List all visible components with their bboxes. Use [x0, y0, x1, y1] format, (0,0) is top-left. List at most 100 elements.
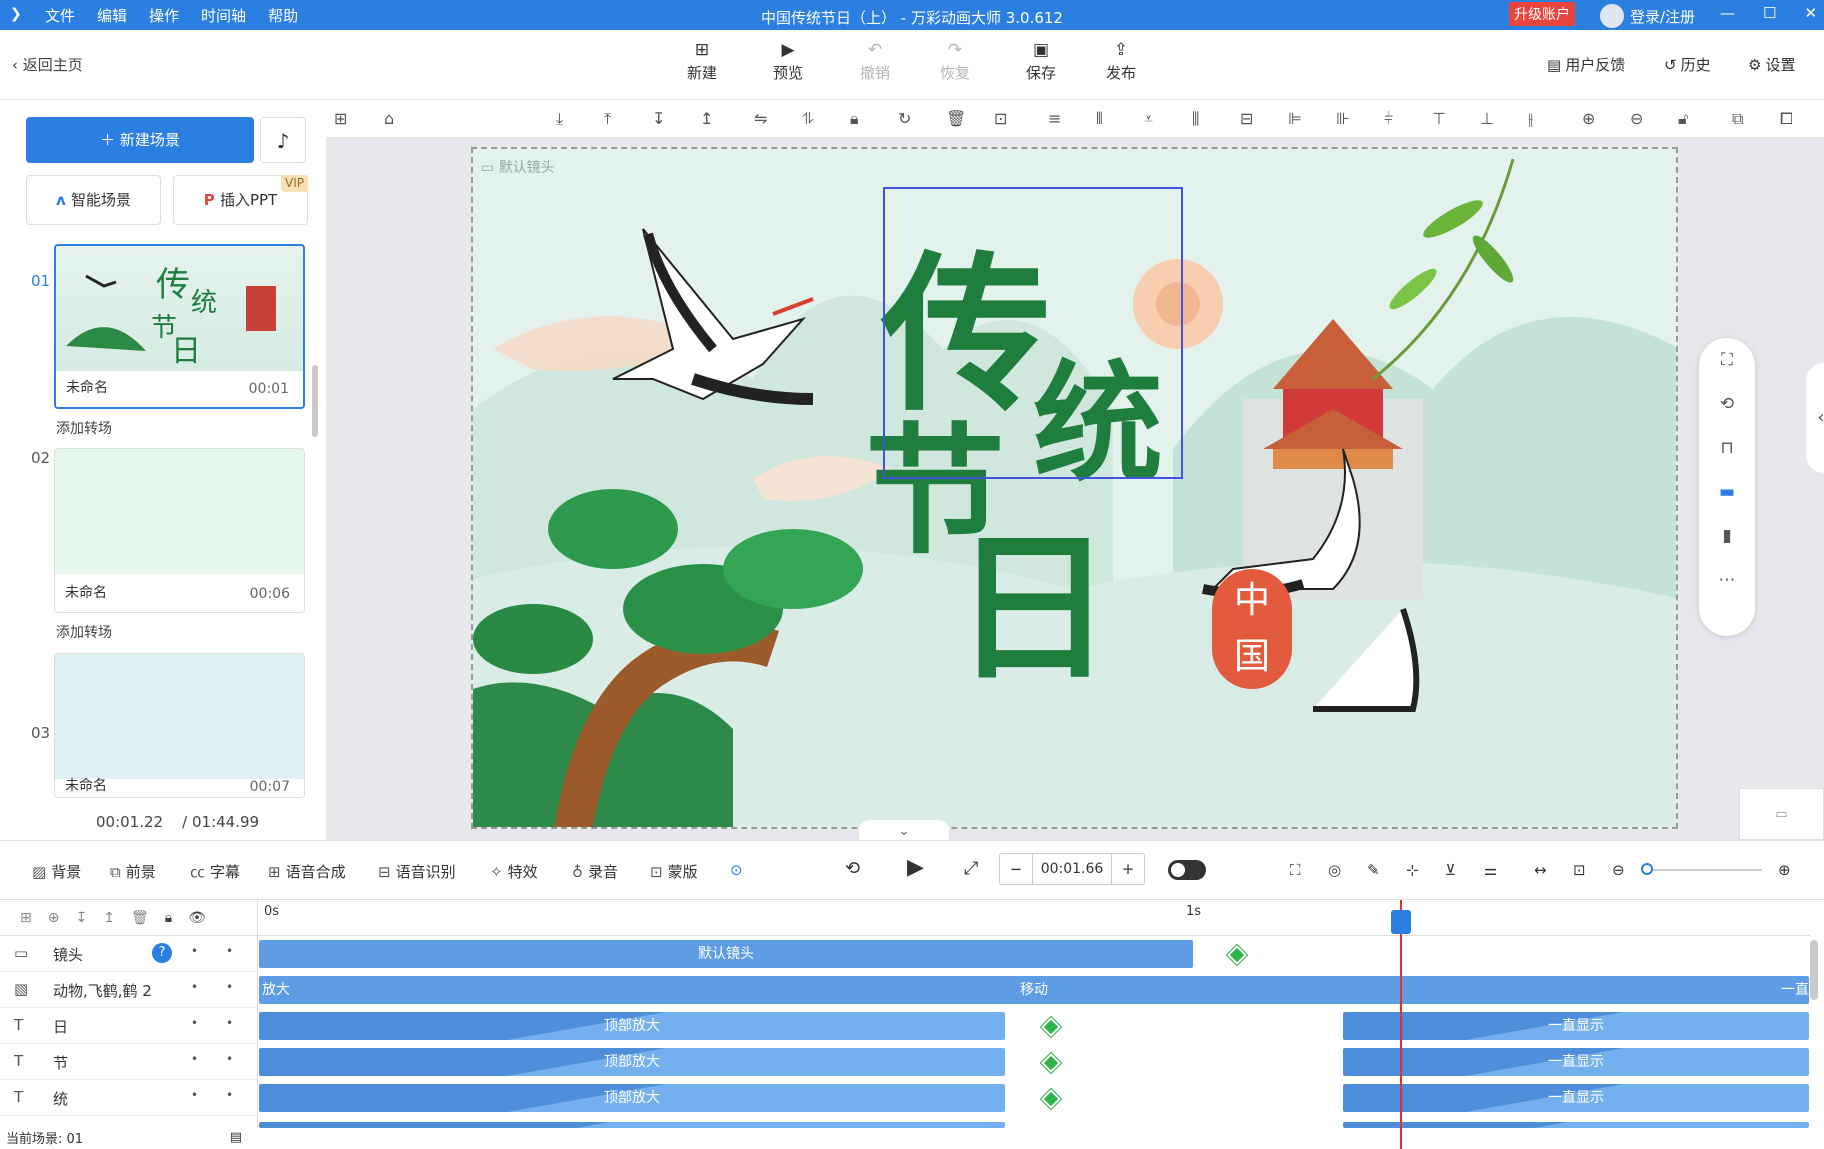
- track-dot[interactable]: •: [226, 1052, 233, 1066]
- close-icon[interactable]: ✕: [1804, 4, 1817, 22]
- login-button[interactable]: 登录/注册: [1600, 4, 1695, 28]
- time-stepper[interactable]: − 00:01.66 +: [999, 853, 1145, 885]
- tong-enter-clip[interactable]: 顶部放大: [259, 1084, 1005, 1112]
- flip-horizontal-icon[interactable]: ⇋: [754, 109, 767, 128]
- more-tools-button[interactable]: ⊙: [730, 861, 743, 879]
- subtitle-button[interactable]: ㏄字幕: [190, 861, 240, 882]
- history-button[interactable]: ↺ 历史: [1664, 54, 1711, 75]
- help-icon[interactable]: ?: [152, 943, 172, 963]
- feedback-button[interactable]: ▤ 用户反馈: [1547, 54, 1625, 75]
- time-value[interactable]: 00:01.66: [1032, 854, 1112, 884]
- move-top-icon[interactable]: ⤒: [604, 109, 611, 129]
- move-down-icon[interactable]: ↧: [652, 109, 665, 128]
- format-painter-icon[interactable]: ⊞: [334, 109, 347, 128]
- align-base-icon[interactable]: ⊥: [1480, 109, 1494, 128]
- track-dot[interactable]: •: [191, 1088, 198, 1102]
- fit-width-icon[interactable]: ↔: [1534, 861, 1547, 879]
- smart-scene-button[interactable]: ʌ 智能场景: [26, 175, 161, 225]
- add-folder-icon[interactable]: ⊞: [20, 910, 32, 926]
- track-dot[interactable]: •: [226, 1016, 233, 1030]
- scene-list-icon[interactable]: ▤: [230, 1130, 242, 1145]
- save-button[interactable]: ▣ 保存: [1016, 40, 1066, 83]
- portrait-icon[interactable]: ▮: [1699, 514, 1755, 558]
- scene-thumbnail-3[interactable]: 未命名 00:07: [54, 653, 305, 798]
- add-transition-1[interactable]: 添加转场: [56, 418, 112, 438]
- zoom-in-timeline-icon[interactable]: ⊕: [1778, 861, 1791, 879]
- move-up-icon[interactable]: ↥: [700, 109, 713, 128]
- undo-button[interactable]: ↶ 撤销: [850, 40, 900, 83]
- stage-canvas[interactable]: ▭ 默认镜头 传 统 节 日 中 国: [471, 147, 1678, 829]
- insert-ppt-button[interactable]: P 插入PPT VIP: [173, 175, 308, 225]
- timeline-zoom-knob[interactable]: [1641, 863, 1653, 875]
- track-animal-crane[interactable]: ▧ 动物,飞鹤,鹤 2 • •: [0, 972, 258, 1008]
- music-button[interactable]: ♪: [260, 117, 306, 163]
- rotate-icon[interactable]: ↻: [898, 109, 911, 128]
- flip-vertical-icon[interactable]: ⥮: [802, 109, 814, 129]
- track-dot[interactable]: •: [226, 1088, 233, 1102]
- add-transition-2[interactable]: 添加转场: [56, 622, 112, 642]
- home-icon[interactable]: ⌂: [384, 109, 394, 128]
- align-right-icon[interactable]: ⊪: [1336, 109, 1350, 128]
- focus-icon[interactable]: ⛶: [1290, 861, 1301, 879]
- publish-button[interactable]: ⇪ 发布: [1096, 40, 1146, 83]
- move-bottom-icon[interactable]: ⤓: [556, 109, 563, 129]
- distribute-v-icon[interactable]: ⫴: [1096, 109, 1103, 129]
- distribute-h-icon[interactable]: ⫼: [1192, 109, 1199, 129]
- lock-canvas-icon[interactable]: ⊓: [1699, 426, 1755, 470]
- crane-clip[interactable]: 放大 移动 一直: [259, 976, 1809, 1004]
- track-dot[interactable]: •: [191, 980, 198, 994]
- scene-thumbnail-1[interactable]: 传 统 节 日 未命名 00:01: [54, 244, 305, 409]
- track-dot[interactable]: •: [191, 944, 198, 958]
- scene-thumbnail-2[interactable]: 未命名 00:06: [54, 448, 305, 613]
- upgrade-button[interactable]: 升级账户: [1509, 2, 1575, 26]
- filter-icon[interactable]: ⊻: [1445, 861, 1456, 879]
- track-ri[interactable]: T 日 • •: [0, 1008, 258, 1044]
- effects-button[interactable]: ✧ 特效: [490, 861, 538, 882]
- move-down-layer-icon[interactable]: ↧: [75, 910, 87, 926]
- next-track-clip[interactable]: [1343, 1122, 1809, 1128]
- playhead-handle[interactable]: [1391, 910, 1411, 934]
- ri-enter-clip[interactable]: 顶部放大: [259, 1012, 1005, 1040]
- scene-scrollbar[interactable]: [312, 365, 318, 437]
- track-dot[interactable]: •: [226, 944, 233, 958]
- add-layer-icon[interactable]: ⊕: [48, 910, 60, 926]
- record-button[interactable]: ♁ 录音: [572, 861, 618, 882]
- keyframe-diamond[interactable]: [1041, 1017, 1061, 1037]
- tong-stay-clip[interactable]: 一直显示: [1343, 1084, 1809, 1112]
- track-jie[interactable]: T 节 • •: [0, 1044, 258, 1080]
- back-home-button[interactable]: ‹ 返回主页: [12, 54, 83, 75]
- align-left-icon[interactable]: ⊫: [1288, 109, 1302, 128]
- time-minus[interactable]: −: [1000, 854, 1032, 884]
- preview-button[interactable]: ▶ 预览: [763, 40, 813, 83]
- more-icon[interactable]: ⋯: [1699, 558, 1755, 602]
- edit-icon[interactable]: ✎: [1367, 861, 1380, 879]
- camera-clip[interactable]: 默认镜头: [259, 940, 1193, 968]
- settings-button[interactable]: ⚙ 设置: [1748, 54, 1795, 75]
- timeline-zoom-slider[interactable]: [1647, 869, 1762, 871]
- keyframe-diamond[interactable]: [1041, 1053, 1061, 1073]
- china-seal[interactable]: 中国: [1212, 569, 1292, 689]
- collapse-canvas-button[interactable]: ⌄: [859, 820, 949, 840]
- next-track-clip[interactable]: [259, 1122, 1005, 1128]
- rotate-canvas-icon[interactable]: ⟲: [1699, 382, 1755, 426]
- char-ri[interactable]: 日: [953, 479, 1113, 711]
- tts-button[interactable]: ⊞ 语音合成: [268, 861, 346, 882]
- align-top-icon[interactable]: ⊤: [1432, 109, 1446, 128]
- track-dot[interactable]: •: [191, 1052, 198, 1066]
- track-camera[interactable]: ▭ 镜头 ? • •: [0, 936, 258, 972]
- play-button[interactable]: ▶: [907, 855, 924, 880]
- asr-button[interactable]: ⊟ 语音识别: [378, 861, 456, 882]
- zoom-out-icon[interactable]: ⊖: [1630, 109, 1643, 128]
- foreground-button[interactable]: ⧉ 前景: [110, 861, 156, 882]
- jie-enter-clip[interactable]: 顶部放大: [259, 1048, 1005, 1076]
- track-tong[interactable]: T 统 • •: [0, 1080, 258, 1116]
- center-v-icon[interactable]: ⫲: [1528, 109, 1533, 129]
- playhead[interactable]: [1400, 900, 1402, 1149]
- keyframe-diamond[interactable]: [1041, 1089, 1061, 1109]
- unlock-icon[interactable]: 🔓︎: [1678, 109, 1688, 129]
- center-h-icon[interactable]: ⫩: [1384, 109, 1393, 129]
- align-bottom-icon[interactable]: ⩡: [1144, 109, 1153, 129]
- align-middle-icon[interactable]: ⊟: [1240, 109, 1253, 128]
- split-icon[interactable]: ⊹: [1406, 861, 1419, 879]
- fullscreen-button[interactable]: ⤢: [964, 858, 978, 879]
